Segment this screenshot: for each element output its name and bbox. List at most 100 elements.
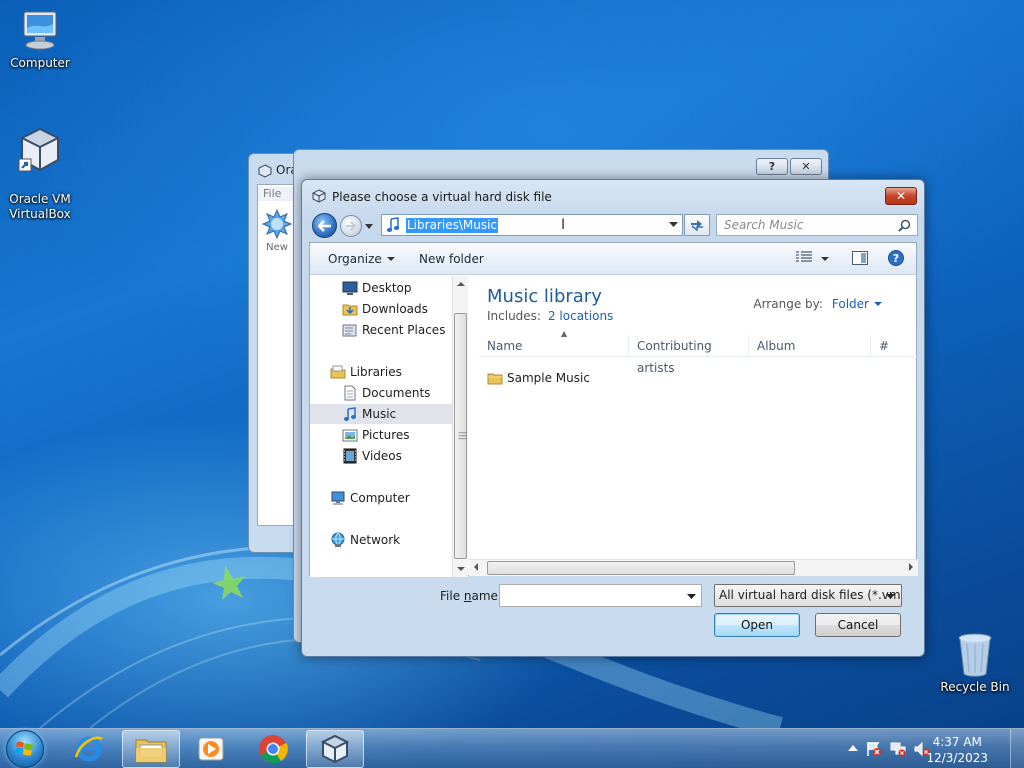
file-name-input[interactable] bbox=[500, 585, 680, 606]
scroll-right-arrow-icon[interactable] bbox=[909, 563, 913, 571]
desktop-icon-label: Oracle VM VirtualBox bbox=[9, 192, 71, 221]
start-button[interactable] bbox=[6, 730, 44, 768]
command-bar: Organize New folder ? bbox=[310, 243, 916, 275]
virtualbox-icon bbox=[18, 127, 61, 172]
open-button[interactable]: Open bbox=[714, 613, 800, 637]
taskbar: 4:37 AM 12/3/2023 bbox=[0, 728, 1024, 768]
downloads-folder-icon bbox=[342, 304, 358, 316]
system-tray: 4:37 AM 12/3/2023 bbox=[834, 729, 1024, 768]
show-hidden-icons-icon[interactable] bbox=[848, 744, 858, 752]
desktop-icon-label: Recycle Bin bbox=[940, 680, 1010, 694]
horizontal-scrollbar[interactable] bbox=[469, 559, 918, 576]
show-desktop-button[interactable] bbox=[1010, 729, 1024, 768]
column-album[interactable]: Album bbox=[749, 335, 871, 357]
address-bar[interactable]: Libraries\Music I bbox=[381, 214, 683, 236]
dialog-close-button[interactable]: ✕ bbox=[885, 187, 917, 205]
search-icon[interactable] bbox=[898, 219, 911, 232]
taskbar-virtualbox[interactable] bbox=[306, 730, 364, 768]
nav-label: Libraries bbox=[350, 365, 402, 379]
grip-icon: — — — bbox=[458, 428, 467, 444]
arrange-by-dropdown[interactable]: Folder bbox=[832, 297, 869, 311]
column-number[interactable]: # bbox=[871, 335, 917, 357]
back-button[interactable] bbox=[312, 213, 337, 238]
cancel-button[interactable]: Cancel bbox=[815, 613, 901, 637]
text-cursor-icon: I bbox=[561, 217, 566, 233]
help-button[interactable]: ? bbox=[756, 158, 788, 175]
locations-link[interactable]: 2 locations bbox=[548, 309, 613, 323]
recent-locations-dropdown-icon[interactable] bbox=[364, 221, 374, 231]
arrange-by: Arrange by: Folder bbox=[753, 297, 882, 311]
chevron-down-icon[interactable] bbox=[687, 594, 696, 600]
label-mnemonic: n bbox=[463, 589, 472, 603]
library-includes: Includes: 2 locations bbox=[487, 309, 613, 323]
includes-label: Includes: bbox=[487, 309, 541, 323]
desktop-icon-virtualbox[interactable]: Oracle VM VirtualBox bbox=[0, 110, 80, 237]
file-name-combobox[interactable] bbox=[499, 584, 702, 607]
file-open-dialog[interactable]: Please choose a virtual hard disk file ✕… bbox=[301, 179, 925, 657]
documents-icon bbox=[344, 385, 356, 401]
new-starburst-icon bbox=[261, 208, 293, 240]
desktop-icon-label: Computer bbox=[10, 56, 70, 70]
nav-label: Music bbox=[362, 407, 397, 421]
scroll-left-arrow-icon[interactable] bbox=[474, 563, 478, 571]
taskbar-chrome[interactable] bbox=[244, 730, 302, 768]
address-path[interactable]: Libraries\Music bbox=[406, 218, 499, 233]
help-button[interactable]: ? bbox=[888, 250, 904, 269]
library-title: Music library bbox=[487, 286, 602, 307]
nav-label: Downloads bbox=[362, 302, 428, 316]
music-note-icon bbox=[344, 407, 356, 421]
nav-label: Videos bbox=[362, 449, 402, 463]
pictures-icon bbox=[342, 429, 358, 442]
network-icon bbox=[331, 532, 345, 547]
arrow-left-icon bbox=[317, 219, 331, 232]
organize-menu-button[interactable]: Organize bbox=[328, 252, 395, 266]
taskbar-internet-explorer[interactable] bbox=[60, 730, 118, 768]
chrome-icon bbox=[259, 735, 288, 764]
clock-time: 4:37 AM bbox=[932, 735, 982, 749]
scrollbar-thumb[interactable]: — — — bbox=[454, 313, 467, 559]
new-label: New bbox=[266, 242, 288, 253]
column-name[interactable]: Name bbox=[479, 335, 629, 357]
clock[interactable]: 4:37 AM 12/3/2023 bbox=[926, 734, 988, 766]
computer-icon bbox=[23, 11, 57, 50]
label-part: ame: bbox=[471, 589, 502, 603]
internet-explorer-icon bbox=[74, 736, 103, 762]
navigation-pane: Desktop Downloads Recent Places Librarie… bbox=[310, 276, 468, 577]
action-center-flag-icon[interactable] bbox=[866, 741, 882, 757]
taskbar-windows-explorer[interactable] bbox=[122, 730, 180, 768]
search-box[interactable]: Search Music bbox=[716, 214, 918, 236]
scroll-up-arrow-icon[interactable] bbox=[457, 282, 465, 286]
file-type-select[interactable]: All virtual hard disk files (*.vmd bbox=[714, 584, 902, 607]
computer-icon bbox=[331, 491, 345, 505]
new-vm-button[interactable]: New bbox=[259, 208, 295, 253]
navigation-bar: Libraries\Music I Search Music bbox=[310, 212, 918, 240]
network-status-icon[interactable] bbox=[890, 741, 906, 757]
folder-icon bbox=[487, 373, 503, 385]
virtualbox-small-icon bbox=[258, 164, 272, 178]
folder-icon bbox=[135, 739, 167, 763]
help-icon: ? bbox=[888, 250, 904, 266]
scrollbar-thumb[interactable] bbox=[487, 561, 795, 575]
file-name: Sample Music bbox=[507, 371, 590, 385]
arrange-label: Arrange by: bbox=[753, 297, 823, 311]
desktop-icon-computer[interactable]: Computer bbox=[0, 8, 80, 71]
close-button[interactable]: ✕ bbox=[790, 158, 822, 175]
recycle-bin-icon bbox=[958, 633, 992, 677]
forward-button[interactable] bbox=[340, 215, 362, 237]
nav-item-music[interactable]: Music bbox=[310, 404, 452, 424]
new-folder-button[interactable]: New folder bbox=[419, 252, 484, 266]
arrow-right-icon bbox=[346, 221, 357, 231]
nav-label: Pictures bbox=[362, 428, 410, 442]
column-contributing-artists[interactable]: Contributing artists bbox=[629, 335, 749, 375]
preview-pane-button[interactable] bbox=[852, 251, 868, 268]
column-headers: ▲ Name Contributing artists Album # bbox=[479, 329, 917, 375]
refresh-button[interactable] bbox=[684, 214, 710, 236]
scroll-down-arrow-icon[interactable] bbox=[457, 567, 465, 571]
nav-vertical-scrollbar[interactable]: — — — bbox=[452, 276, 468, 577]
change-view-button[interactable] bbox=[796, 251, 829, 266]
chevron-down-icon[interactable] bbox=[669, 222, 678, 228]
desktop-icon-recycle-bin[interactable]: Recycle Bin bbox=[935, 630, 1015, 695]
taskbar-media-player[interactable] bbox=[182, 730, 240, 768]
recent-places-icon bbox=[342, 324, 357, 337]
organize-label: Organize bbox=[328, 252, 382, 266]
